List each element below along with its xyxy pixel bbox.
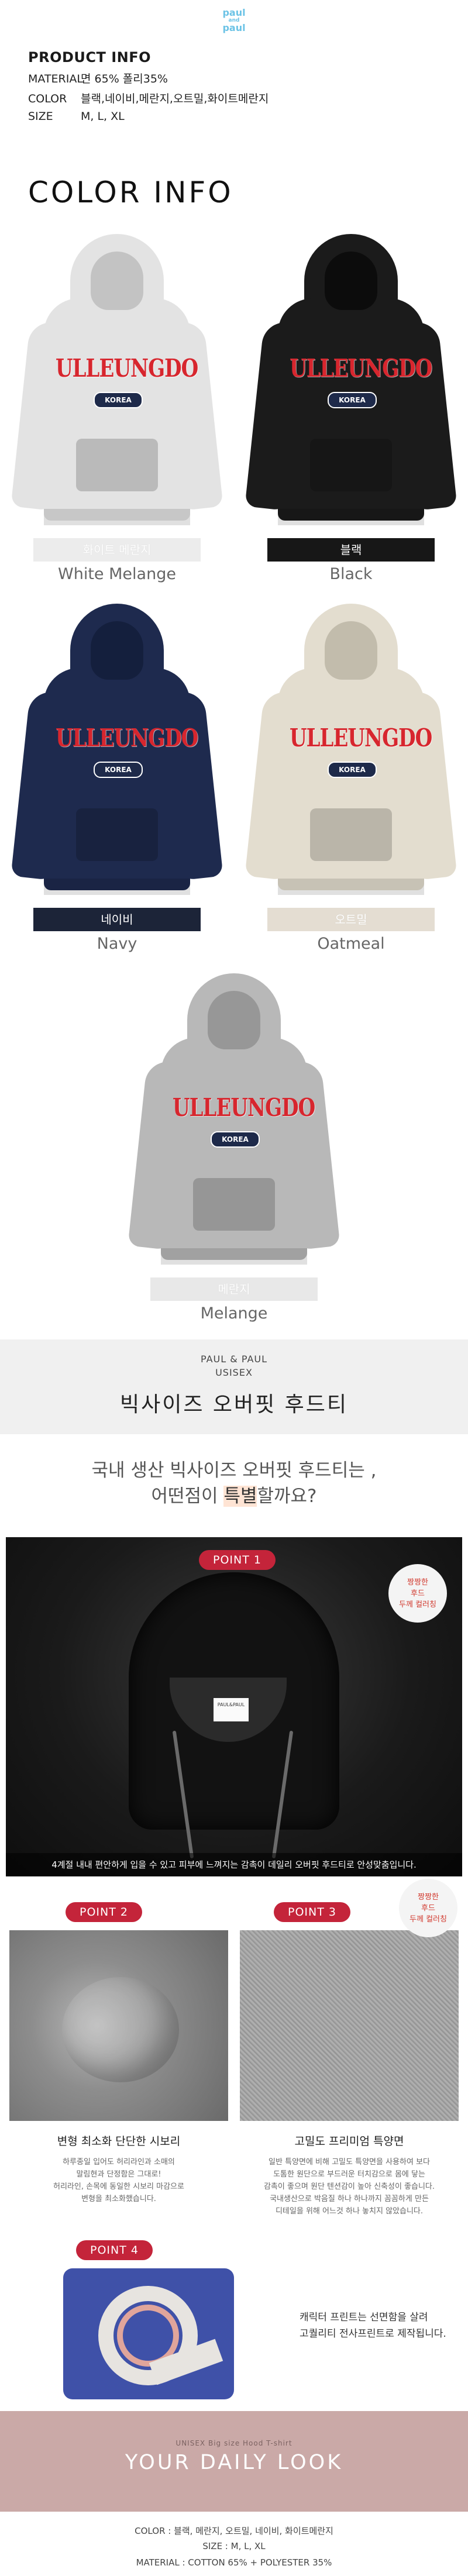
point2-title: 변형 최소화 단단한 시보리 xyxy=(57,2135,181,2148)
hoodie-print-badge: KOREA xyxy=(94,392,143,408)
color-label-en: White Melange xyxy=(58,565,176,583)
color-label-ko: 네이비 xyxy=(33,908,201,931)
brand-gender: USISEX xyxy=(215,1367,253,1378)
daily-look-subtitle: UNISEX Big size Hood T-shirt xyxy=(176,2439,292,2447)
color-label-ko: 블랙 xyxy=(267,538,435,562)
brand-logo: paul and paul xyxy=(209,8,259,33)
neck-tag: PAUL&PAUL xyxy=(214,1698,249,1721)
hoodie-print-text: ULLEUNGDO xyxy=(290,354,432,383)
circle-line: 두께 컬러칭 xyxy=(399,1600,436,1609)
product-detail-page: paul and paul PRODUCT INFO MATERIAL면 65%… xyxy=(0,0,468,2576)
desc-line: 감촉이 좋으며 원단 텐션감이 높아 신축성이 좋습니다. xyxy=(263,2182,435,2191)
point1-feature-circle: 짱짱한 후드 두께 컬러칭 xyxy=(388,1564,447,1623)
desc-line: 하루종일 입어도 허리라인과 소매의 xyxy=(63,2158,175,2167)
color-card-navy[interactable]: ULLEUNGDO KOREA 네이비 Navy xyxy=(11,604,223,953)
desc-line: 캐릭터 프린트는 선면함을 살려 xyxy=(300,2312,428,2323)
hoodie-image: ULLEUNGDO KOREA xyxy=(245,604,457,908)
hoodie-image: ULLEUNGDO KOREA xyxy=(245,234,457,538)
point4-desc: 캐릭터 프린트는 선면함을 살려 고퀄리티 전사프린트로 제작됩니다. xyxy=(300,2309,446,2342)
info-value: M, L, XL xyxy=(81,110,125,123)
spec-size: SIZE : M, L, XL xyxy=(202,2541,266,2551)
logo-bottom: paul xyxy=(222,22,246,33)
product-name: 빅사이즈 오버핏 후드티 xyxy=(119,1393,349,1417)
brand-title-block: PAUL & PAUL USISEX 빅사이즈 오버핏 후드티 xyxy=(0,1339,468,1434)
point4-badge: POINT 4 xyxy=(76,2240,153,2260)
circle-line: 후드 xyxy=(421,1904,435,1913)
color-card-white-melange[interactable]: ULLEUNGDO KOREA 화이트 메란지 White Melange xyxy=(11,234,223,583)
hoodie-print-text: ULLEUNGDO xyxy=(56,724,198,753)
hoodie-image: ULLEUNGDO KOREA xyxy=(11,604,223,908)
question-highlight: 특별 xyxy=(223,1486,257,1507)
hoodie-print-text: ULLEUNGDO xyxy=(173,1093,315,1122)
hoodie-image: ULLEUNGDO KOREA xyxy=(11,234,223,538)
point4-print-photo xyxy=(63,2268,234,2399)
color-label-ko: 메란지 xyxy=(150,1277,318,1301)
product-info-row-color: COLOR 블랙,네이비,메란지,오트밀,화이트메란지 xyxy=(28,90,269,106)
daily-look-title: YOUR DAILY LOOK xyxy=(125,2451,343,2474)
question-text: 어떤점이 xyxy=(151,1486,224,1507)
daily-look-banner: UNISEX Big size Hood T-shirt YOUR DAILY … xyxy=(0,2411,468,2512)
hoodie-print-badge: KOREA xyxy=(328,762,377,778)
color-card-black[interactable]: ULLEUNGDO KOREA 블랙 Black xyxy=(245,234,457,583)
info-value: 블랙,네이비,메란지,오트밀,화이트메란지 xyxy=(81,92,269,105)
color-card-oatmeal[interactable]: ULLEUNGDO KOREA 오트밀 Oatmeal xyxy=(245,604,457,953)
hoodie-print-text: ULLEUNGDO xyxy=(290,724,432,753)
desc-line: 일반 특양면에 비해 고밀도 특양면을 사용하여 보다 xyxy=(269,2158,430,2167)
info-value: 면 65% 폴리35% xyxy=(81,73,168,85)
color-label-ko: 화이트 메란지 xyxy=(33,538,201,562)
point3-badge: POINT 3 xyxy=(274,1902,350,1922)
info-key: COLOR xyxy=(28,92,67,105)
point2-rib-photo xyxy=(9,1930,228,2121)
color-label-en: Oatmeal xyxy=(317,935,385,953)
desc-line: 디테일을 위해 어느것 하나 놓치지 않았습니다. xyxy=(275,2207,424,2216)
color-card-melange[interactable]: ULLEUNGDO KOREA 메란지 Melange xyxy=(128,973,340,1323)
point1-hood-photo: PAUL&PAUL 짱짱한 후드 두께 컬러칭 4계절 내내 편안하게 입을 수… xyxy=(6,1537,462,1876)
desc-line: 국내생산으로 박음질 하나 하나까지 꼼꼼하게 만든 xyxy=(270,2195,429,2203)
color-label-en: Navy xyxy=(97,935,137,953)
question-text: 할까요? xyxy=(257,1486,317,1507)
color-label-ko: 오트밀 xyxy=(267,908,435,931)
logo-top: paul xyxy=(222,7,246,18)
point3-feature-circle: 짱짱한 후드 두께 컬러칭 xyxy=(399,1879,457,1937)
point2-desc: 하루종일 입어도 허리라인과 소매의 말림현과 단정함은 그대로! 허리라인, … xyxy=(9,2156,228,2205)
hoodie-print-badge: KOREA xyxy=(211,1131,260,1148)
circle-line: 짱짱한 xyxy=(418,1893,439,1902)
color-label-en: Black xyxy=(329,565,373,583)
circle-line: 짱짱한 xyxy=(407,1578,428,1587)
info-key: MATERIAL xyxy=(28,73,83,85)
question-line-1: 국내 생산 빅사이즈 오버핏 후드티는 , xyxy=(91,1460,377,1481)
hoodie-print-badge: KOREA xyxy=(328,392,377,408)
spec-material: MATERIAL : COTTON 65% + POLYESTER 35% xyxy=(136,2557,332,2568)
product-info-row-size: SIZE M, L, XL xyxy=(28,110,125,123)
color-info-title: COLOR INFO xyxy=(28,175,233,209)
product-info-row-material: MATERIAL면 65% 폴리35% xyxy=(28,70,168,86)
info-key: SIZE xyxy=(28,110,53,123)
point3-title: 고밀도 프리미엄 특양면 xyxy=(294,2135,404,2148)
hoodie-print-badge: KOREA xyxy=(94,762,143,778)
desc-line: 고퀄리티 전사프린트로 제작됩니다. xyxy=(300,2328,446,2340)
color-label-en: Melange xyxy=(200,1304,268,1323)
question-line-2: 어떤점이 특별할까요? xyxy=(0,1481,468,1507)
point3-fabric-photo xyxy=(240,1930,459,2121)
desc-line: 허리라인, 손목에 동일한 시보리 마감으로 xyxy=(53,2182,184,2191)
point1-badge: POINT 1 xyxy=(199,1550,276,1570)
product-info-title: PRODUCT INFO xyxy=(28,49,152,66)
circle-line: 후드 xyxy=(411,1589,425,1598)
desc-line: 도톰한 원단으로 부드러운 터치감으로 몸에 닿는 xyxy=(273,2170,425,2179)
point1-caption: 4계절 내내 편안하게 입을 수 있고 피부에 느껴지는 감촉이 데일리 오버핏… xyxy=(51,1859,417,1870)
desc-line: 변형을 최소화했습니다. xyxy=(81,2195,156,2203)
circle-line: 두께 컬러칭 xyxy=(410,1915,447,1924)
spec-color: COLOR : 블랙, 메란지, 오트밀, 네이비, 화이트메란지 xyxy=(135,2526,333,2536)
hoodie-print-text: ULLEUNGDO xyxy=(56,354,198,383)
desc-line: 말림현과 단정함은 그대로! xyxy=(76,2170,161,2179)
point2-badge: POINT 2 xyxy=(66,1902,142,1922)
brand-name: PAUL & PAUL xyxy=(200,1354,268,1365)
point3-desc: 일반 특양면에 비해 고밀도 특양면을 사용하여 보다 도톰한 원단으로 부드러… xyxy=(240,2156,459,2217)
hoodie-image: ULLEUNGDO KOREA xyxy=(128,973,340,1277)
